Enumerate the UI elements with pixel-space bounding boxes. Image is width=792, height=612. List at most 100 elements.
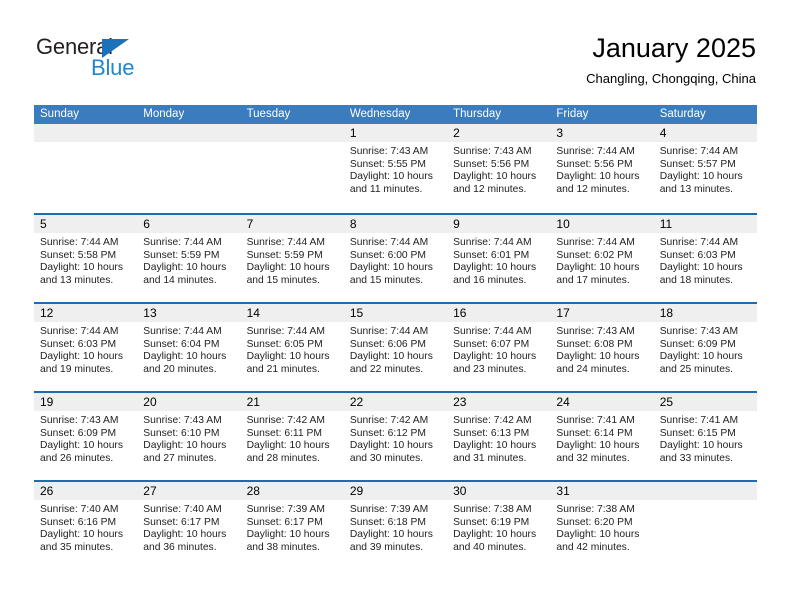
calendar-day-cell[interactable]: 9 Sunrise: 7:44 AM Sunset: 6:01 PM Daylight… — [447, 215, 551, 302]
calendar-day-cell[interactable]: 29 Sunrise: 7:39 AM Sunset: 6:18 PM Dayligh… — [343, 482, 448, 569]
day-number-band — [240, 124, 344, 142]
day-number: 5 — [40, 217, 47, 231]
calendar-day-cell[interactable]: 2 Sunrise: 7:43 AM Sunset: 5:56 PM Daylight… — [447, 124, 551, 213]
daylight-duration-line2: and 13 minutes. — [40, 274, 114, 286]
daylight-duration-line2: and 21 minutes. — [246, 363, 320, 375]
calendar-day-cell[interactable]: 10 Sunrise: 7:44 AM Sunset: 6:02 PM Dayligh… — [550, 215, 654, 302]
calendar-day-cell[interactable]: 30 Sunrise: 7:38 AM Sunset: 6:19 PM Dayligh… — [447, 482, 551, 569]
calendar-day-cell[interactable]: 14 Sunrise: 7:44 AM Sunset: 6:05 PM Dayligh… — [240, 304, 344, 391]
calendar-day-cell[interactable]: 25 Sunrise: 7:41 AM Sunset: 6:15 PM Dayligh… — [653, 393, 757, 480]
day-number: 17 — [556, 306, 570, 320]
day-number-band: 19 — [34, 393, 138, 411]
day-number-band: 26 — [34, 482, 138, 500]
sunrise-time: Sunrise: 7:44 AM — [349, 237, 429, 248]
day-details: Sunrise: 7:44 AM Sunset: 5:57 PM Daylight:… — [654, 142, 757, 196]
sunset-time: Sunset: 6:09 PM — [40, 427, 117, 439]
calendar-day-cell[interactable]: 15 Sunrise: 7:44 AM Sunset: 6:06 PM Dayligh… — [343, 304, 448, 391]
calendar-day-cell[interactable]: 22 Sunrise: 7:42 AM Sunset: 6:12 PM Dayligh… — [343, 393, 448, 480]
day-details: Sunrise: 7:42 AM Sunset: 6:11 PM Daylight:… — [241, 411, 344, 465]
sunrise-time: Sunrise: 7:43 AM — [659, 326, 739, 337]
calendar-day-cell[interactable]: 13 Sunrise: 7:44 AM Sunset: 6:04 PM Dayligh… — [137, 304, 241, 391]
daylight-duration-line2: and 23 minutes. — [453, 363, 527, 375]
daylight-duration-line2: and 15 minutes. — [246, 274, 320, 286]
calendar-day-cell[interactable]: 28 Sunrise: 7:39 AM Sunset: 6:17 PM Dayligh… — [240, 482, 344, 569]
day-number: 7 — [246, 217, 254, 231]
sunset-time: Sunset: 5:56 PM — [453, 158, 530, 170]
day-number-band: 30 — [447, 482, 551, 500]
day-details: Sunrise: 7:44 AM Sunset: 6:00 PM Daylight:… — [344, 233, 447, 287]
calendar-day-cell[interactable]: 11 Sunrise: 7:44 AM Sunset: 6:03 PM Dayligh… — [653, 215, 757, 302]
daylight-duration-line2: and 19 minutes. — [40, 363, 114, 375]
day-details: Sunrise: 7:43 AM Sunset: 6:09 PM Daylight:… — [654, 322, 757, 376]
calendar-day-cell[interactable]: 26 Sunrise: 7:40 AM Sunset: 6:16 PM Dayligh… — [34, 482, 138, 569]
daylight-duration-line1: Daylight: 10 hours — [349, 171, 433, 183]
day-of-week-header-row: Sunday Monday Tuesday Wednesday Thursday Frid… — [34, 105, 757, 124]
sunrise-time: Sunrise: 7:43 AM — [349, 146, 429, 157]
day-number-band: 29 — [343, 482, 448, 500]
calendar-day-cell[interactable]: 8 Sunrise: 7:44 AM Sunset: 6:00 PM Daylight… — [343, 215, 448, 302]
calendar-day-cell[interactable]: 12 Sunrise: 7:44 AM Sunset: 6:03 PM Dayligh… — [34, 304, 138, 391]
calendar-day-cell[interactable]: 27 Sunrise: 7:40 AM Sunset: 6:17 PM Dayligh… — [137, 482, 241, 569]
calendar-day-cell[interactable]: 3 Sunrise: 7:44 AM Sunset: 5:56 PM Daylight… — [550, 124, 654, 213]
day-number: 1 — [349, 126, 357, 140]
daylight-duration-line2: and 38 minutes. — [246, 541, 320, 553]
daylight-duration-line1: Daylight: 10 hours — [246, 262, 330, 274]
day-number-band: 13 — [137, 304, 241, 322]
sunrise-time: Sunrise: 7:38 AM — [453, 504, 532, 515]
calendar-day-cell[interactable]: 6 Sunrise: 7:44 AM Sunset: 5:59 PM Daylight… — [137, 215, 241, 302]
daylight-duration-line2: and 11 minutes. — [349, 183, 423, 195]
sunrise-time: Sunrise: 7:42 AM — [246, 415, 325, 426]
daylight-duration-line2: and 25 minutes. — [659, 363, 733, 375]
sunset-time: Sunset: 6:19 PM — [453, 516, 530, 528]
calendar-day-cell[interactable]: 21 Sunrise: 7:42 AM Sunset: 6:11 PM Dayligh… — [240, 393, 344, 480]
daylight-duration-line2: and 22 minutes. — [349, 363, 424, 375]
daylight-duration-line2: and 30 minutes. — [349, 452, 424, 464]
daylight-duration-line2: and 15 minutes. — [349, 274, 424, 286]
daylight-duration-line1: Daylight: 10 hours — [556, 262, 640, 274]
calendar-day-cell[interactable]: 19 Sunrise: 7:43 AM Sunset: 6:09 PM Dayligh… — [34, 393, 138, 480]
day-details: Sunrise: 7:44 AM Sunset: 5:56 PM Daylight:… — [550, 142, 653, 196]
day-of-week-header-wednesday: Wednesday — [349, 108, 411, 120]
day-details: Sunrise: 7:44 AM Sunset: 5:59 PM Daylight:… — [137, 233, 240, 287]
calendar-day-cell[interactable]: 18 Sunrise: 7:43 AM Sunset: 6:09 PM Dayligh… — [653, 304, 757, 391]
day-number-band: 1 — [343, 124, 448, 142]
calendar-day-cell[interactable]: 23 Sunrise: 7:42 AM Sunset: 6:13 PM Dayligh… — [447, 393, 551, 480]
day-number: 6 — [143, 217, 150, 231]
calendar-day-cell[interactable]: 16 Sunrise: 7:44 AM Sunset: 6:07 PM Dayligh… — [447, 304, 551, 391]
calendar-day-cell[interactable]: 20 Sunrise: 7:43 AM Sunset: 6:10 PM Dayligh… — [137, 393, 241, 480]
calendar-day-cell[interactable]: 5 Sunrise: 7:44 AM Sunset: 5:58 PM Daylight… — [34, 215, 138, 302]
calendar-day-cell[interactable]: 17 Sunrise: 7:43 AM Sunset: 6:08 PM Dayligh… — [550, 304, 654, 391]
calendar-day-cell[interactable]: 7 Sunrise: 7:44 AM Sunset: 5:59 PM Daylight… — [240, 215, 344, 302]
sunset-time: Sunset: 6:20 PM — [556, 516, 633, 528]
day-details: Sunrise: 7:40 AM Sunset: 6:17 PM Daylight:… — [137, 500, 240, 554]
day-number-band: 11 — [653, 215, 757, 233]
sunset-time: Sunset: 6:10 PM — [143, 427, 220, 439]
logo-text-blue: Blue — [91, 55, 135, 80]
calendar-day-cell[interactable]: 24 Sunrise: 7:41 AM Sunset: 6:14 PM Dayligh… — [550, 393, 654, 480]
calendar-day-cell[interactable]: 31 Sunrise: 7:38 AM Sunset: 6:20 PM Dayligh… — [550, 482, 654, 569]
sunrise-time: Sunrise: 7:44 AM — [246, 237, 325, 248]
calendar-day-cell[interactable]: 4 Sunrise: 7:44 AM Sunset: 5:57 PM Daylight… — [653, 124, 757, 213]
day-number: 12 — [40, 306, 54, 320]
day-number-band: 23 — [447, 393, 551, 411]
sunrise-time: Sunrise: 7:43 AM — [453, 146, 532, 157]
daylight-duration-line1: Daylight: 10 hours — [40, 351, 123, 363]
sunset-time: Sunset: 5:57 PM — [659, 158, 736, 170]
day-details: Sunrise: 7:39 AM Sunset: 6:18 PM Daylight:… — [344, 500, 447, 554]
day-number: 15 — [349, 306, 364, 320]
daylight-duration-line2: and 16 minutes. — [453, 274, 527, 286]
day-number: 29 — [349, 484, 364, 498]
calendar-day-cell-empty — [34, 124, 138, 213]
sunset-time: Sunset: 5:55 PM — [349, 158, 426, 170]
daylight-duration-line2: and 28 minutes. — [246, 452, 320, 464]
day-details: Sunrise: 7:38 AM Sunset: 6:19 PM Daylight:… — [447, 500, 550, 554]
calendar-week-row: 26 Sunrise: 7:40 AM Sunset: 6:16 PM Dayligh… — [34, 480, 757, 569]
day-number: 20 — [143, 395, 157, 409]
day-details: Sunrise: 7:38 AM Sunset: 6:20 PM Daylight:… — [550, 500, 653, 554]
day-number-band — [137, 124, 241, 142]
sunrise-time: Sunrise: 7:44 AM — [556, 146, 635, 157]
day-number-band: 25 — [653, 393, 757, 411]
day-number: 9 — [453, 217, 460, 231]
sunset-time: Sunset: 5:59 PM — [246, 249, 323, 261]
calendar-day-cell[interactable]: 1 Sunrise: 7:43 AM Sunset: 5:55 PM Daylight… — [343, 124, 448, 213]
